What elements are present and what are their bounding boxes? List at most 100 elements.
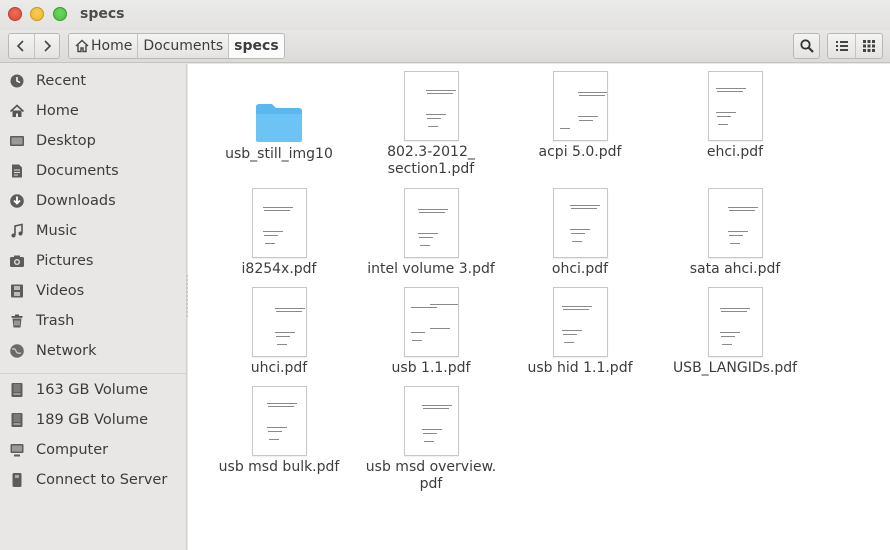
thumbnail-text-line	[721, 344, 732, 345]
minimize-window-button[interactable]	[30, 7, 44, 21]
file-item[interactable]: i8254x.pdf	[201, 186, 357, 278]
pdf-thumbnail	[707, 287, 763, 357]
thumbnail-text-line	[569, 205, 600, 206]
toolbar: Home Documents specs	[0, 30, 890, 63]
thumbnail-text-line	[422, 433, 437, 434]
file-item[interactable]: acpi 5.0.pdf	[502, 69, 658, 161]
thumbnail-text-line	[728, 210, 755, 211]
thumbnail-text-line	[716, 116, 731, 117]
file-name: usb_still_img10	[225, 146, 333, 162]
file-item[interactable]: usb hid 1.1.pdf	[502, 285, 658, 377]
file-item[interactable]: usb msd overview. pdf	[353, 384, 509, 493]
thumbnail-text-line	[425, 114, 446, 115]
file-item[interactable]: sata ahci.pdf	[657, 186, 813, 278]
file-name: usb 1.1.pdf	[391, 360, 471, 376]
file-item[interactable]: 802.3-2012_ section1.pdf	[353, 69, 509, 178]
file-item[interactable]: USB_LANGIDs.pdf	[657, 285, 813, 377]
sidebar-item-label: Pictures	[36, 253, 94, 269]
home-icon	[75, 39, 89, 53]
sidebar-item-163-gb-volume[interactable]: 163 GB Volume	[0, 376, 187, 404]
thumbnail-text-line	[411, 340, 422, 341]
thumbnail-text-line	[569, 229, 590, 230]
breadcrumb-home[interactable]: Home	[69, 34, 138, 58]
forward-button[interactable]	[33, 34, 59, 58]
file-name: acpi 5.0.pdf	[538, 144, 622, 160]
thumbnail-text-line	[267, 406, 294, 407]
thumbnail-text-line	[562, 309, 589, 310]
chevron-right-icon	[44, 40, 52, 52]
sidebar-item-trash[interactable]: Trash	[0, 307, 187, 335]
thumbnail-text-line	[720, 311, 747, 312]
file-name: 802.3-2012_ section1.pdf	[387, 144, 475, 177]
thumbnail-text-line	[578, 120, 593, 121]
breadcrumb-documents[interactable]: Documents	[137, 34, 229, 58]
thumbnail-text-line	[578, 95, 605, 96]
folder-item[interactable]: usb_still_img10	[201, 69, 357, 163]
thumbnail-text-line	[577, 116, 598, 117]
file-name: i8254x.pdf	[241, 261, 317, 277]
list-view-button[interactable]	[828, 34, 855, 58]
sidebar-item-label: Downloads	[36, 193, 116, 209]
computer-icon	[8, 441, 26, 459]
thumbnail-text-line	[275, 336, 290, 337]
sidebar-item-music[interactable]: Music	[0, 217, 187, 245]
thumbnail-text-line	[717, 124, 728, 125]
file-name: ehci.pdf	[706, 144, 764, 160]
back-button[interactable]	[9, 34, 34, 58]
thumbnail-text-line	[561, 306, 592, 307]
sidebar-item-downloads[interactable]: Downloads	[0, 187, 187, 215]
search-button[interactable]	[793, 33, 820, 59]
music-icon	[8, 222, 26, 240]
film-icon	[8, 282, 26, 300]
close-window-button[interactable]	[8, 7, 22, 21]
maximize-window-button[interactable]	[53, 7, 67, 21]
thumbnail-text-line	[262, 231, 283, 232]
thumbnail-text-line	[419, 245, 430, 246]
thumbnail-text-line	[715, 88, 746, 89]
desktop-icon	[8, 132, 26, 150]
file-name: usb hid 1.1.pdf	[527, 360, 633, 376]
file-item[interactable]: uhci.pdf	[201, 285, 357, 377]
file-item[interactable]: ehci.pdf	[657, 69, 813, 161]
sidebar-item-videos[interactable]: Videos	[0, 277, 187, 305]
thumbnail-text-line	[571, 241, 582, 242]
pdf-thumbnail	[403, 71, 459, 141]
file-name: sata ahci.pdf	[689, 261, 781, 277]
sidebar-item-documents[interactable]: Documents	[0, 157, 187, 185]
sidebar-item-network[interactable]: Network	[0, 337, 187, 365]
file-item[interactable]: usb msd bulk.pdf	[201, 384, 357, 476]
sidebar-item-pictures[interactable]: Pictures	[0, 247, 187, 275]
thumbnail-text-line	[429, 328, 450, 329]
thumbnail-text-line	[716, 91, 743, 92]
pdf-thumbnail	[251, 386, 307, 456]
file-item[interactable]: ohci.pdf	[502, 186, 658, 278]
thumbnail-text-line	[274, 308, 305, 309]
file-item[interactable]: usb 1.1.pdf	[353, 285, 509, 377]
sidebar-item-desktop[interactable]: Desktop	[0, 127, 187, 155]
breadcrumb-specs[interactable]: specs	[228, 34, 284, 58]
thumbnail-text-line	[418, 212, 445, 213]
thumbnail-text-line	[264, 243, 275, 244]
view-options-button[interactable]	[855, 34, 882, 58]
thumbnail-text-line	[267, 431, 282, 432]
file-item[interactable]: intel volume 3.pdf	[353, 186, 509, 278]
file-name: intel volume 3.pdf	[367, 261, 495, 277]
breadcrumb: Home Documents specs	[68, 33, 285, 59]
grid-icon	[863, 40, 875, 52]
sidebar-item-label: Documents	[36, 163, 119, 179]
sidebar-item-label: Connect to Server	[36, 472, 168, 488]
thumbnail-text-line	[427, 126, 438, 127]
thumbnail-text-line	[418, 237, 433, 238]
thumbnail-text-line	[268, 439, 279, 440]
pdf-thumbnail	[707, 188, 763, 258]
sidebar-item-connect-to-server[interactable]: Connect to Server	[0, 466, 187, 494]
sidebar-item-189-gb-volume[interactable]: 189 GB Volume	[0, 406, 187, 434]
sidebar-item-recent[interactable]: Recent	[0, 67, 187, 95]
sidebar-item-home[interactable]: Home	[0, 97, 187, 125]
thumbnail-text-line	[719, 308, 750, 309]
sidebar-item-computer[interactable]: Computer	[0, 436, 187, 464]
thumbnail-text-line	[570, 208, 597, 209]
thumbnail-text-line	[720, 336, 735, 337]
file-name: uhci.pdf	[250, 360, 308, 376]
thumbnail-text-line	[559, 128, 570, 129]
